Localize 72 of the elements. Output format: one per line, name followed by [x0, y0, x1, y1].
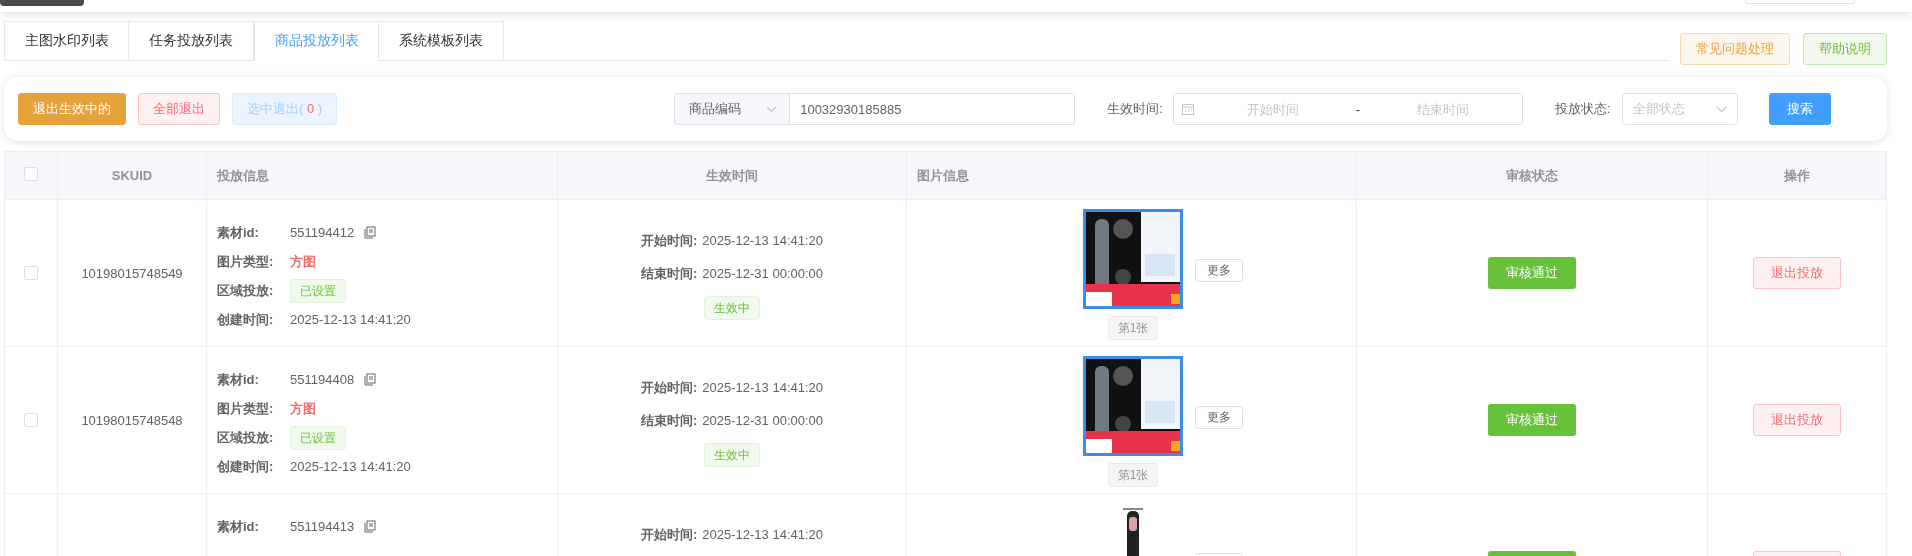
skuid-text: 10198015748548: [81, 412, 183, 428]
material-id-text: 551194408: [290, 372, 355, 387]
help-button[interactable]: 常见问题处理: [1680, 33, 1790, 65]
tab[interactable]: 主图水印列表: [4, 21, 129, 61]
field-type-select[interactable]: 商品编码: [674, 93, 791, 125]
created-time-text: 2025-12-13 14:41:20: [290, 459, 411, 474]
start-time-text: 2025-12-13 14:41:20: [702, 233, 824, 248]
column-header: 操作: [1782, 166, 1811, 185]
page-tag: 第1张: [1107, 463, 1159, 487]
exit-button[interactable]: 退出投放: [1753, 257, 1841, 289]
copy-icon[interactable]: [364, 373, 377, 386]
status-select[interactable]: 全部状态: [1622, 93, 1739, 125]
field-label: 结束时间:: [640, 264, 698, 283]
image-type-text: 方图: [290, 252, 316, 271]
field-label: 创建时间:: [217, 310, 275, 329]
region-tag: 已设置: [290, 278, 346, 303]
tab[interactable]: 系统模板列表: [379, 21, 504, 61]
field-label: 区域投放:: [217, 428, 275, 447]
skuid-text: 10198015748549: [81, 265, 183, 281]
calendar-icon: [1181, 103, 1194, 115]
end-time-text: 2025-12-31 00:00:00: [702, 413, 824, 428]
status-tag: 生效中: [704, 296, 760, 320]
search-field[interactable]: 10032930185885: [790, 93, 1076, 125]
button-edge[interactable]: [0, 0, 84, 6]
field-label: 素材id:: [217, 517, 260, 536]
field-label: 图片类型:: [217, 252, 275, 271]
date-label: 生效时间:: [1107, 100, 1163, 118]
field-label: 图片类型:: [217, 399, 275, 418]
copy-icon[interactable]: [364, 226, 377, 239]
tab[interactable]: 任务投放列表: [129, 21, 254, 61]
start-time-text: 2025-12-13 14:41:20: [702, 527, 824, 542]
exit-button[interactable]: 退出投放: [1753, 404, 1841, 436]
tab[interactable]: 商品投放列表: [254, 21, 379, 61]
review-button[interactable]: 审核通过: [1488, 257, 1576, 289]
column-header: 投放信息: [215, 166, 270, 185]
chevron-down-icon: [1716, 105, 1728, 113]
material-id-text: 551194412: [290, 225, 355, 240]
exit-active-button[interactable]: 退出生效中的: [18, 93, 126, 125]
row-checkbox[interactable]: [24, 413, 38, 427]
search-button[interactable]: 搜索: [1769, 93, 1832, 125]
more-button[interactable]: 更多: [1195, 406, 1243, 429]
field-label: 素材id:: [217, 223, 260, 242]
column-header: 图片信息: [916, 166, 970, 185]
row-checkbox[interactable]: [24, 266, 38, 280]
field-label: 创建时间:: [217, 457, 275, 476]
field-label: 开始时间:: [640, 525, 698, 544]
status-label: 投放状态:: [1554, 100, 1611, 118]
chevron-down-icon: [766, 105, 778, 113]
exit-all-button[interactable]: 全部退出: [138, 93, 220, 125]
column-header: 审核状态: [1505, 166, 1559, 185]
more-button[interactable]: 更多: [1195, 259, 1243, 282]
page-tag: 第1张: [1107, 316, 1159, 340]
field-label: 素材id:: [217, 370, 260, 389]
review-button[interactable]: 审核通过: [1488, 404, 1576, 436]
help-button[interactable]: 帮助说明: [1803, 33, 1887, 65]
start-time-text: 2025-12-13 14:41:20: [702, 380, 824, 395]
status-tag: 生效中: [704, 443, 760, 467]
date-range-picker[interactable]: 开始时间 - 结束时间: [1172, 93, 1523, 125]
field-label: 开始时间:: [640, 231, 698, 250]
column-header: SKUID: [110, 168, 154, 183]
field-label: 开始时间:: [640, 378, 698, 397]
created-time-text: 2025-12-13 14:41:20: [290, 312, 411, 327]
range-separator: -: [1354, 101, 1361, 117]
material-id-text: 551194413: [290, 519, 355, 534]
select-all-checkbox[interactable]: [24, 167, 38, 181]
field-label: 结束时间:: [640, 411, 698, 430]
copy-icon[interactable]: [364, 520, 377, 533]
end-time-text: 2025-12-31 00:00:00: [702, 266, 824, 281]
image-type-text: 方图: [290, 399, 316, 418]
region-tag: 已设置: [290, 425, 346, 450]
column-header: 生效时间: [705, 166, 759, 185]
field-label: 区域投放:: [217, 281, 275, 300]
